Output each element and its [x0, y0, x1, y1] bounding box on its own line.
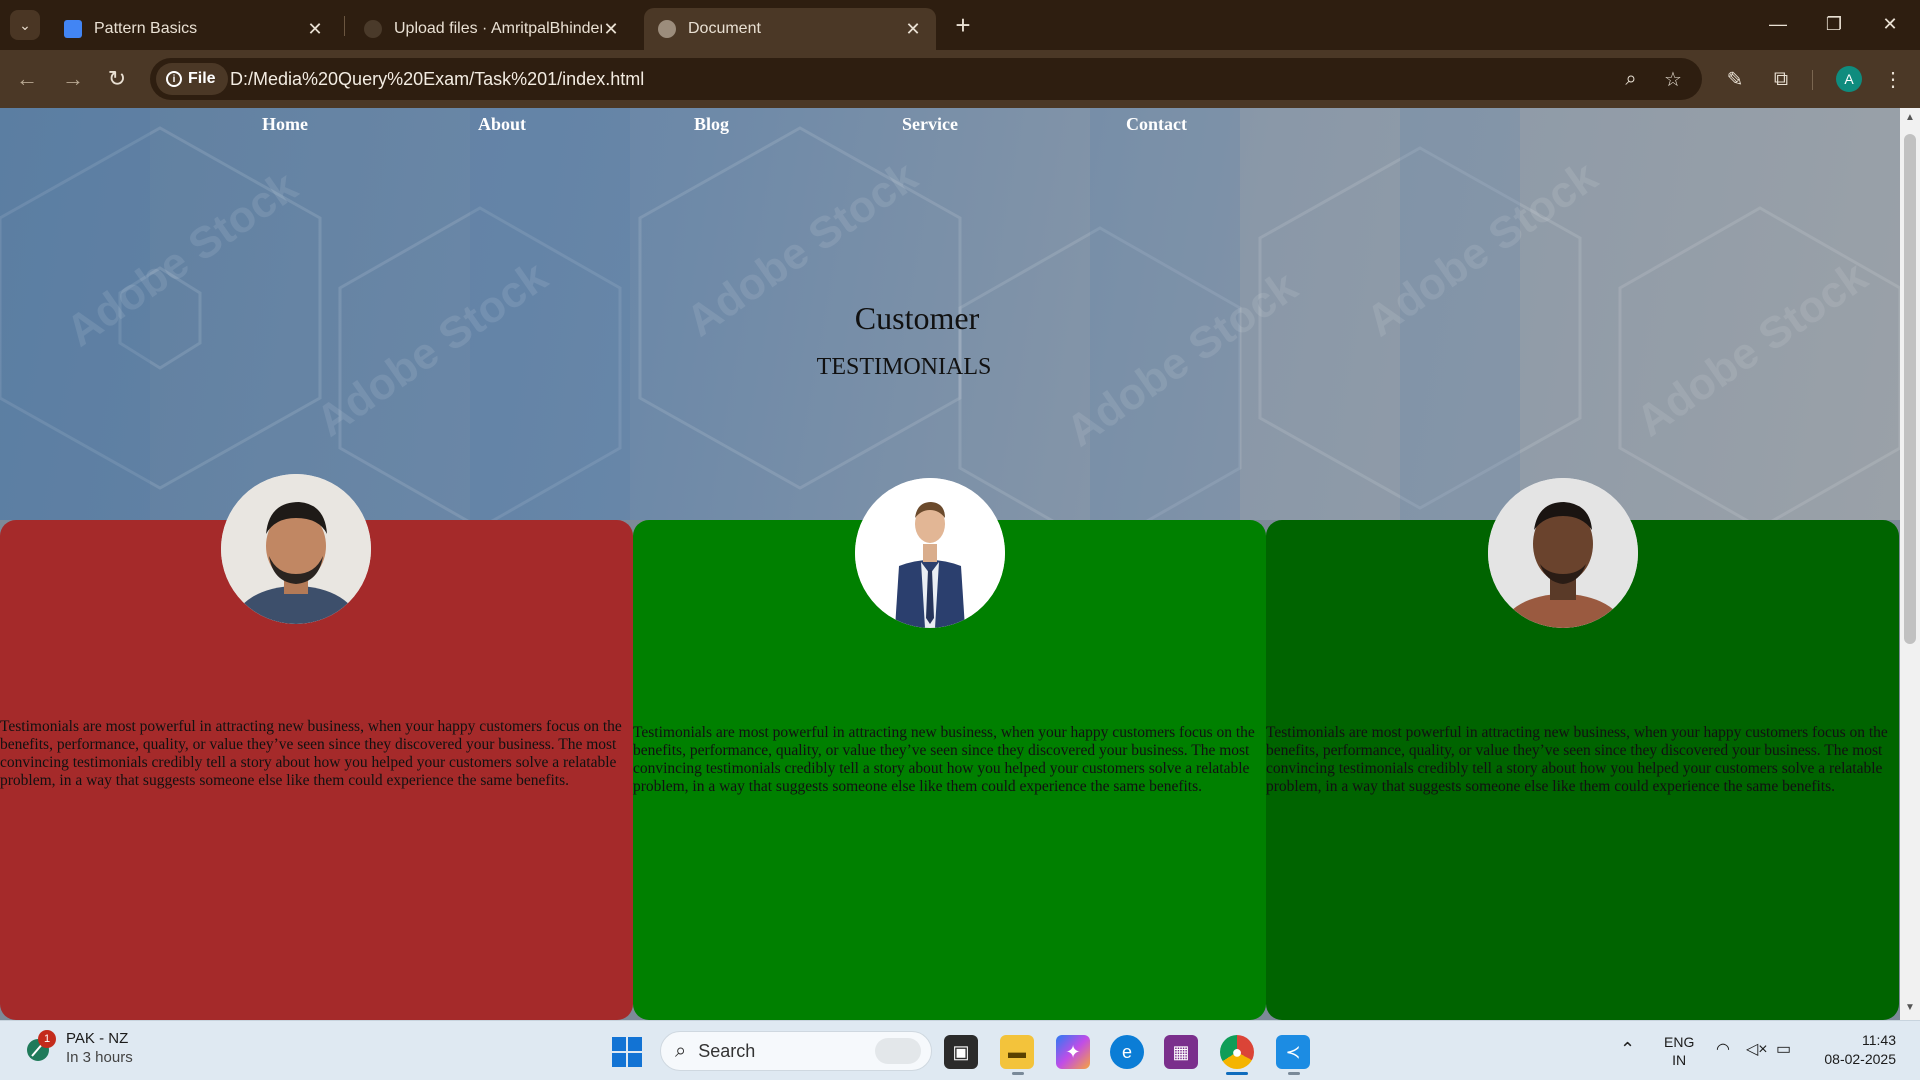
nav-service[interactable]: Service — [902, 114, 958, 135]
pen-extension-icon[interactable]: ✎ — [1720, 64, 1750, 94]
search-highlight-icon — [875, 1038, 921, 1064]
input-language-indicator[interactable]: ENG IN — [1664, 1033, 1694, 1069]
tab-upload-files[interactable]: Upload files · AmritpalBhinder/ ✕ — [350, 8, 634, 50]
task-view-icon[interactable]: ▣ — [944, 1035, 978, 1069]
tab-pattern-basics[interactable]: Pattern Basics ✕ — [50, 8, 338, 50]
notification-badge: 1 — [38, 1030, 56, 1048]
zoom-icon[interactable]: ⌕ — [1618, 66, 1644, 92]
app-active-indicator — [1226, 1072, 1248, 1075]
copilot-icon[interactable]: ✦ — [1056, 1035, 1090, 1069]
lang-bottom: IN — [1672, 1052, 1687, 1068]
testimonial-text: Testimonials are most powerful in attrac… — [0, 718, 622, 789]
new-tab-button[interactable]: + — [950, 10, 976, 40]
browser-tab-strip: ⌄ Pattern Basics ✕ Upload files · Amritp… — [0, 0, 1920, 50]
back-button[interactable]: ← — [12, 64, 42, 94]
page-viewport: Adobe Stock Adobe Stock Adobe Stock Adob… — [0, 108, 1900, 1020]
tab-document[interactable]: Document ✕ — [644, 8, 936, 50]
github-icon — [364, 20, 382, 38]
reload-button[interactable]: ↻ — [102, 64, 132, 94]
url-text[interactable]: D:/Media%20Query%20Exam/Task%201/index.h… — [230, 69, 644, 90]
svg-text:Adobe Stock: Adobe Stock — [1628, 252, 1877, 447]
site-info-chip[interactable]: i File — [156, 63, 228, 95]
edge-browser-icon[interactable]: e — [1110, 1035, 1144, 1069]
address-bar[interactable]: i File D:/Media%20Query%20Exam/Task%201/… — [150, 58, 1702, 100]
browser-toolbar: ← → ↻ i File D:/Media%20Query%20Exam/Tas… — [0, 50, 1920, 108]
testimonial-text: Testimonials are most powerful in attrac… — [1266, 724, 1888, 795]
close-icon[interactable]: ✕ — [904, 19, 922, 40]
google-doc-icon — [64, 20, 82, 38]
close-icon[interactable]: ✕ — [306, 19, 324, 40]
main-nav: Home About Blog Service Contact — [0, 114, 1900, 144]
lang-top: ENG — [1664, 1034, 1695, 1050]
weather-title: PAK - NZ — [66, 1030, 129, 1047]
tray-overflow-chevron-icon[interactable]: ⌃ — [1620, 1039, 1635, 1060]
hero-section: Adobe Stock Adobe Stock Adobe Stock Adob… — [0, 108, 1900, 520]
restore-button[interactable]: ❐ — [1814, 8, 1854, 40]
file-explorer-icon[interactable]: ▬ — [1000, 1035, 1034, 1069]
nav-about[interactable]: About — [478, 114, 526, 135]
nav-blog[interactable]: Blog — [694, 114, 729, 135]
tab-separator — [344, 16, 345, 36]
chrome-browser-icon[interactable]: ● — [1220, 1035, 1254, 1069]
clock-time: 11:43 — [1862, 1032, 1896, 1048]
tab-title: Upload files · AmritpalBhinder/ — [394, 20, 602, 37]
app-running-indicator — [1012, 1072, 1024, 1075]
nav-contact[interactable]: Contact — [1126, 114, 1187, 135]
speaker-muted-icon[interactable]: ◁× — [1746, 1039, 1768, 1059]
wifi-icon[interactable]: ◠ — [1716, 1039, 1730, 1059]
weather-subtitle: In 3 hours — [66, 1049, 133, 1066]
windows-taskbar: 1 PAK - NZ In 3 hours ⌕ Search ▣ ▬ ✦ e ▦… — [0, 1020, 1920, 1080]
tab-search-dropdown-button[interactable]: ⌄ — [10, 10, 40, 40]
page-title: Customer — [854, 300, 980, 336]
nav-home[interactable]: Home — [262, 114, 308, 135]
site-chip-label: File — [188, 70, 216, 87]
clock-date: 08-02-2025 — [1824, 1051, 1896, 1067]
testimonial-text: Testimonials are most powerful in attrac… — [633, 724, 1255, 795]
close-icon[interactable]: ✕ — [602, 19, 620, 40]
scroll-down-arrow-icon[interactable]: ▼ — [1904, 1002, 1916, 1016]
scroll-up-arrow-icon[interactable]: ▲ — [1904, 112, 1916, 126]
profile-avatar[interactable]: A — [1836, 66, 1862, 92]
page-subtitle: TESTIMONIALS — [816, 354, 992, 380]
battery-icon[interactable]: ▭ — [1776, 1039, 1791, 1059]
tab-title: Pattern Basics — [94, 20, 198, 37]
page-scrollbar[interactable]: ▲ ▼ — [1900, 108, 1920, 1020]
extensions-puzzle-icon[interactable]: ⧉ — [1766, 64, 1796, 94]
customer-avatar — [855, 478, 1005, 628]
cricket-icon: 1 — [24, 1030, 56, 1064]
menu-kebab-icon[interactable]: ⋮ — [1878, 64, 1908, 94]
tab-title: Document — [688, 20, 761, 37]
weather-widget[interactable]: 1 PAK - NZ In 3 hours — [24, 1029, 133, 1067]
forward-button[interactable]: → — [58, 64, 88, 94]
vscode-icon[interactable]: ≺ — [1276, 1035, 1310, 1069]
customer-avatar — [1488, 478, 1638, 628]
windows-start-button[interactable] — [612, 1037, 642, 1067]
winrar-icon[interactable]: ▦ — [1164, 1035, 1198, 1069]
taskbar-search-box[interactable]: ⌕ Search — [660, 1031, 932, 1071]
toolbar-divider — [1812, 70, 1813, 90]
info-icon: i — [166, 71, 182, 87]
globe-icon — [658, 20, 676, 38]
app-running-indicator — [1288, 1072, 1300, 1075]
system-clock[interactable]: 11:43 08-02-2025 — [1810, 1031, 1896, 1069]
customer-avatar — [221, 474, 371, 624]
bookmark-star-icon[interactable]: ☆ — [1660, 66, 1686, 92]
close-window-button[interactable]: ✕ — [1870, 8, 1910, 40]
search-placeholder: Search — [698, 1040, 756, 1061]
search-icon: ⌕ — [675, 1039, 687, 1062]
minimize-button[interactable]: — — [1758, 8, 1798, 40]
scrollbar-thumb[interactable] — [1904, 134, 1916, 644]
